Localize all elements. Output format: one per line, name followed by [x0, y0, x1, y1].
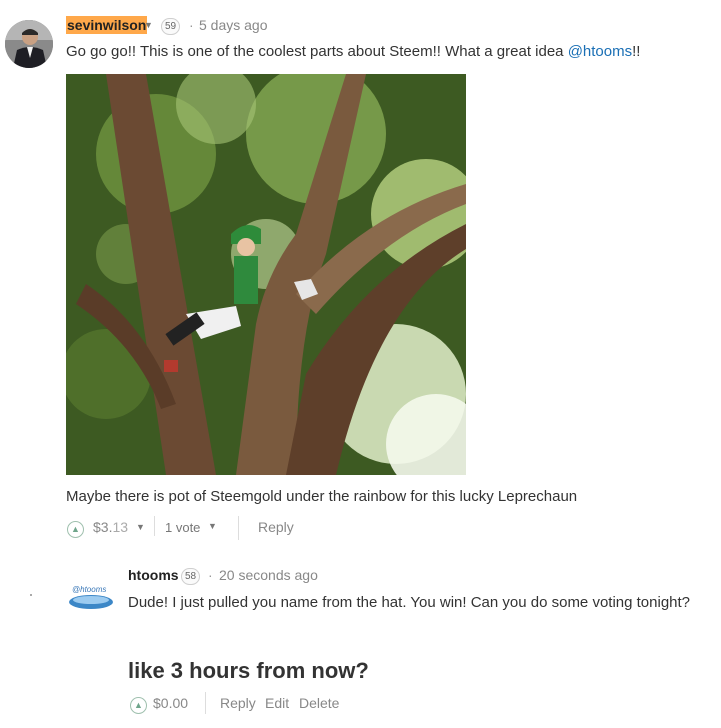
reputation-badge: 59 [161, 18, 180, 35]
timestamp[interactable]: 20 seconds ago [219, 567, 318, 583]
edit-button[interactable]: Edit [265, 695, 289, 711]
comment-body: Dude! I just pulled you name from the ha… [128, 594, 691, 611]
delete-button[interactable]: Delete [299, 695, 339, 711]
avatar-label: @htooms [72, 585, 107, 594]
divider [238, 516, 239, 540]
comment-caption: Maybe there is pot of Steemgold under th… [66, 488, 578, 505]
comment-text: Go go go!! This is one of the coolest pa… [66, 43, 568, 60]
separator-dot: · [189, 17, 194, 33]
mention-link[interactable]: @htooms [568, 43, 632, 60]
payout-cents: 00 [172, 695, 189, 711]
avatar[interactable] [5, 20, 53, 68]
timestamp[interactable]: 5 days ago [199, 17, 268, 33]
payout-main: $3. [93, 519, 113, 535]
divider [205, 692, 206, 714]
reply-button[interactable]: Reply [220, 695, 256, 711]
reply-button[interactable]: Reply [258, 519, 294, 535]
payout-cents: 13 [112, 519, 129, 535]
reputation-badge: 58 [181, 568, 200, 585]
comment-text-end: !! [632, 43, 641, 60]
author-name[interactable]: htooms [128, 567, 179, 583]
chevron-up-circle-icon[interactable]: ▲ [130, 697, 147, 714]
payout-main: $0. [153, 695, 173, 711]
author-name[interactable]: sevinwilson [66, 16, 148, 34]
chevron-up-circle-icon[interactable]: ▲ [67, 521, 84, 538]
comment-body: Go go go!! This is one of the coolest pa… [66, 42, 640, 62]
caret-down-icon[interactable]: ▼ [144, 20, 153, 30]
stray-dot [30, 594, 32, 596]
caret-down-icon[interactable]: ▼ [208, 521, 217, 531]
separator-dot: · [208, 567, 213, 583]
payout-amount[interactable]: $0.00 [153, 695, 188, 711]
comment-heading: like 3 hours from now? [128, 658, 369, 683]
divider [154, 516, 155, 536]
payout-amount[interactable]: $3.13 [93, 519, 128, 535]
comment-photo[interactable] [66, 74, 466, 475]
caret-down-icon[interactable]: ▼ [136, 522, 145, 532]
vote-count[interactable]: 1 vote [165, 520, 200, 535]
